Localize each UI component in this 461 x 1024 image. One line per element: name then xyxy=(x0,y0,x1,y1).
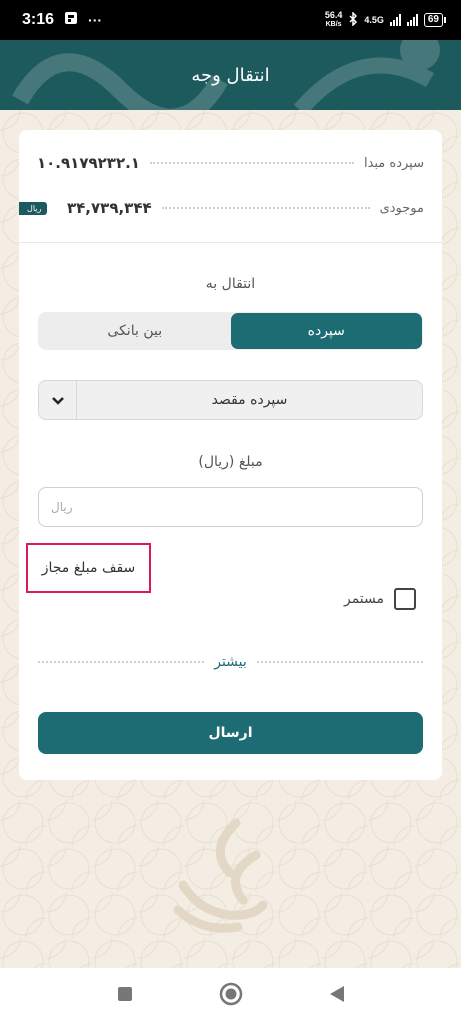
network-speed: 56.4 KB/s xyxy=(325,11,343,29)
app-header: انتقال وجه xyxy=(0,40,461,110)
dotted-leader xyxy=(149,162,354,164)
chevron-down-icon xyxy=(51,391,65,410)
transfer-card: سپرده مبدا ۱۰.۹۱۷۹۲۳۲.۱ موجودی ۳۴,۷۳۹,۳۴… xyxy=(19,130,442,780)
notification-icon xyxy=(64,11,78,30)
status-time: 3:16 xyxy=(22,11,55,28)
source-account-value: ۱۰.۹۱۷۹۲۳۲.۱ xyxy=(37,154,140,172)
system-nav-bar xyxy=(0,968,461,1024)
tab-interbank[interactable]: بین بانکی xyxy=(39,313,231,349)
status-bar: 3:16 ··· 56.4 KB/s 4.5G 69 xyxy=(0,0,461,40)
amount-input[interactable] xyxy=(38,487,423,527)
bluetooth-icon xyxy=(348,10,358,29)
amount-limit-link[interactable]: سقف مبلغ مجاز xyxy=(26,543,151,593)
network-type: 4.5G xyxy=(364,15,384,25)
dotted-leader xyxy=(38,661,205,663)
destination-account-value: سپرده مقصد xyxy=(211,392,288,408)
currency-badge: ریال xyxy=(19,201,48,215)
balance-value: ۳۴,۷۳۹,۳۴۴ xyxy=(67,199,152,217)
battery-icon: 69 xyxy=(423,13,447,27)
transfer-type-toggle: سپرده بین بانکی xyxy=(38,312,423,350)
signal-icon xyxy=(389,14,401,26)
balance-row: موجودی ۳۴,۷۳۹,۳۴۴ ریال xyxy=(19,196,442,220)
divider xyxy=(19,242,442,243)
back-button[interactable] xyxy=(324,983,350,1009)
tab-deposit[interactable]: سپرده xyxy=(230,313,422,349)
status-more-dots: ··· xyxy=(88,12,103,28)
dotted-leader xyxy=(256,661,423,663)
network-speed-value: 56.4 xyxy=(324,10,343,20)
amount-label: مبلغ (ریال) xyxy=(198,454,263,470)
recents-button[interactable] xyxy=(112,983,138,1009)
submit-button[interactable]: ارسال xyxy=(38,712,423,754)
recurring-label: مستمر xyxy=(343,591,384,607)
transfer-to-label: انتقال به xyxy=(205,276,256,292)
battery-level: 69 xyxy=(427,14,439,25)
more-options-link[interactable]: بیشتر xyxy=(204,654,257,670)
source-account-row: سپرده مبدا ۱۰.۹۱۷۹۲۳۲.۱ xyxy=(19,151,442,175)
dotted-leader xyxy=(161,207,370,209)
triangle-back-icon xyxy=(328,984,346,1008)
circle-icon xyxy=(219,982,243,1010)
more-options-row: بیشتر xyxy=(38,650,423,674)
destination-account-select[interactable]: سپرده مقصد xyxy=(38,380,423,420)
balance-label: موجودی xyxy=(379,200,424,216)
recurring-option[interactable]: مستمر xyxy=(344,588,416,610)
network-speed-unit: KB/s xyxy=(325,21,342,28)
bank-logo-watermark xyxy=(173,818,268,933)
signal-icon-2 xyxy=(406,14,418,26)
source-account-label: سپرده مبدا xyxy=(363,155,424,171)
home-button[interactable] xyxy=(218,982,244,1010)
recurring-checkbox[interactable] xyxy=(394,588,416,610)
square-icon xyxy=(117,986,133,1006)
select-arrow[interactable] xyxy=(39,381,77,419)
page-title: انتقال وجه xyxy=(191,64,270,86)
